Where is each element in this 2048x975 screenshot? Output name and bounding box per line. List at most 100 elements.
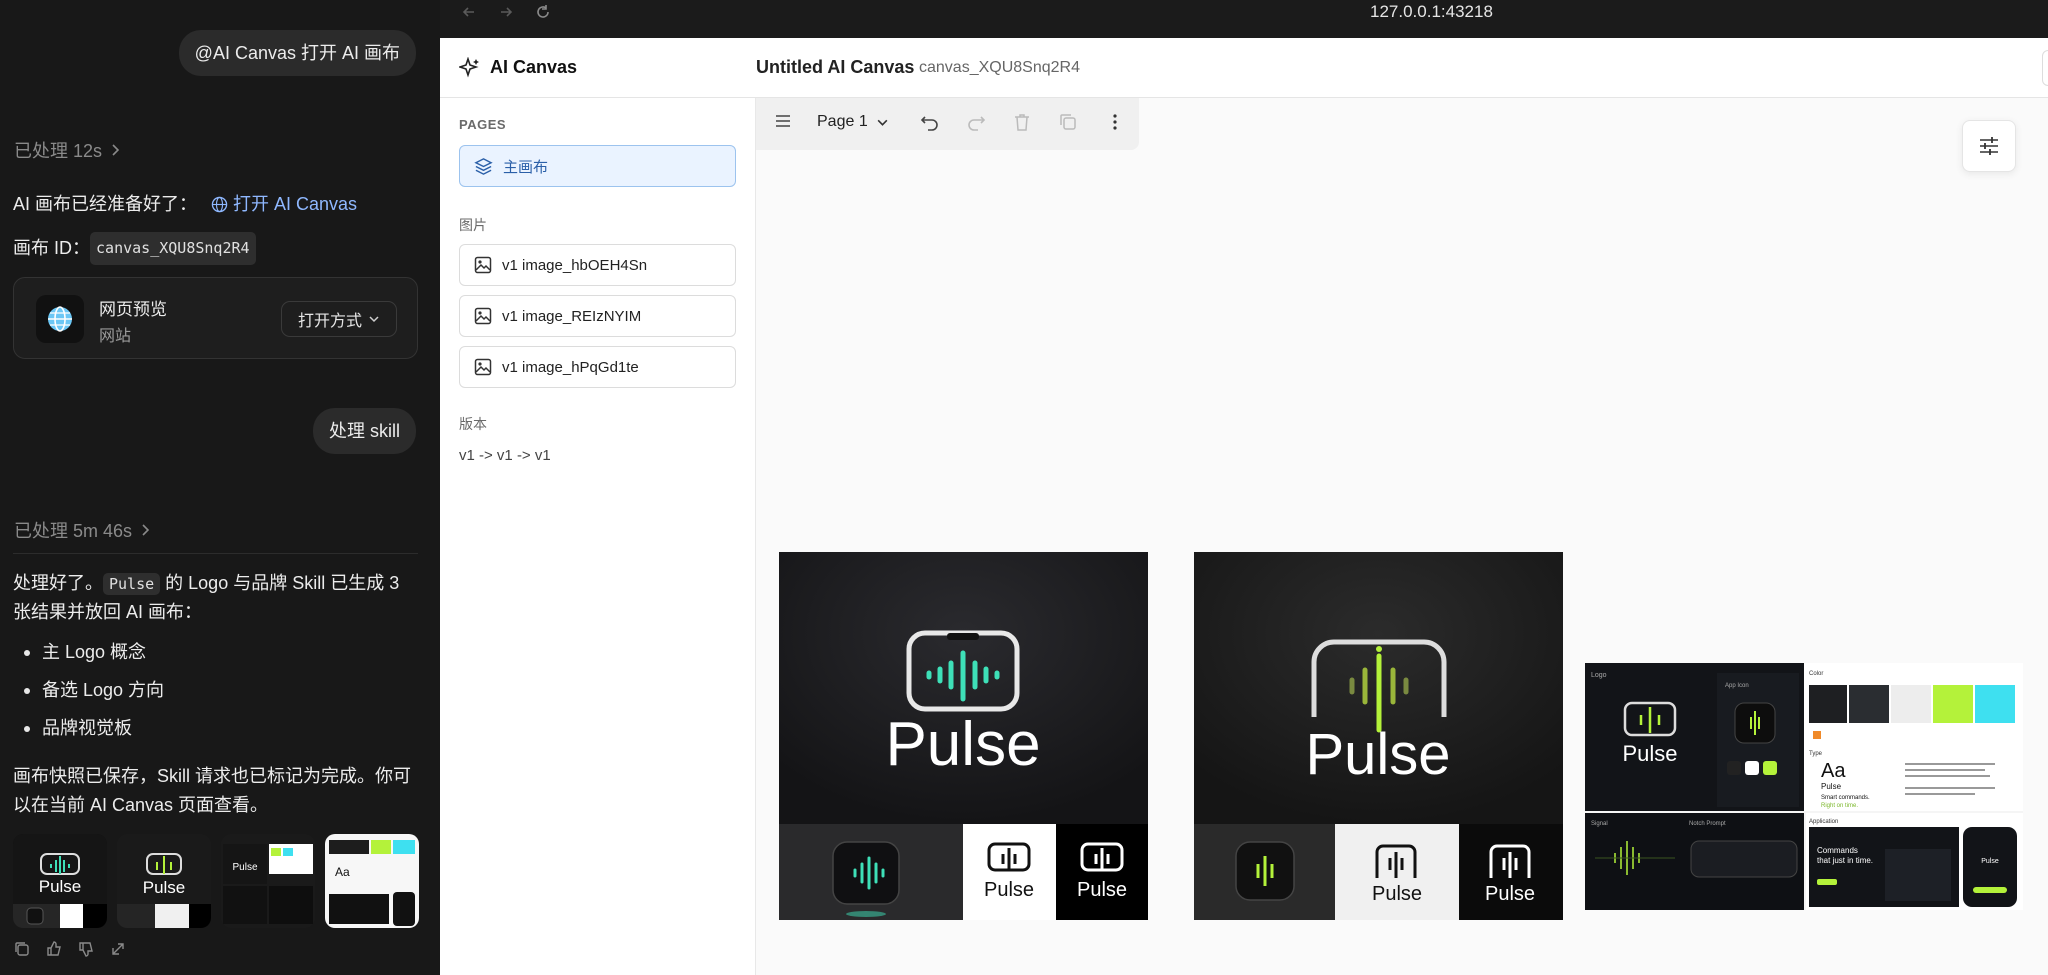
redo-icon[interactable] xyxy=(966,112,986,132)
app-header: AI Canvas Untitled AI Canvas canvas_XQU8… xyxy=(440,38,2048,98)
header-action-button[interactable] xyxy=(2042,50,2048,86)
chat-panel: @AI Canvas 打开 AI 画布 已处理 12s AI 画布已经准备好了：… xyxy=(0,0,440,975)
image-item[interactable]: v1 image_REIzNYIM xyxy=(459,295,736,337)
menu-icon[interactable] xyxy=(774,112,792,130)
result-pre: 处理好了。 xyxy=(13,573,103,593)
canvas-id-code: canvas_XQU8Snq2R4 xyxy=(90,232,256,265)
canvas-toolbar: Page 1 xyxy=(756,98,1139,150)
svg-text:App Icon: App Icon xyxy=(1725,683,1749,689)
canvas-image-alt-logo[interactable]: Pulse Pulse Pulse xyxy=(1194,552,1563,920)
svg-text:Pulse: Pulse xyxy=(1485,883,1535,905)
thumbs-up-icon[interactable] xyxy=(45,940,63,958)
page-select[interactable]: Page 1 xyxy=(817,113,889,131)
ready-line: AI 画布已经准备好了： 打开 AI Canvas xyxy=(13,190,357,219)
undo-icon[interactable] xyxy=(920,112,940,132)
sliders-icon xyxy=(1977,134,2001,158)
forward-icon[interactable] xyxy=(497,3,515,21)
canvas-image-main-logo[interactable]: Pulse Pulse Pulse xyxy=(779,552,1148,920)
result-post: 的 Logo 与品牌 Skill 已生成 3 xyxy=(160,573,400,593)
svg-text:Aa: Aa xyxy=(1821,760,1846,782)
chevron-right-icon xyxy=(108,143,122,157)
page-select-label: Page 1 xyxy=(817,113,868,130)
canvas-id-line: 画布 ID： canvas_XQU8Snq2R4 xyxy=(13,232,256,265)
thumbnail-alt-logo[interactable]: Pulse xyxy=(117,834,211,928)
thumbnail-main-logo[interactable]: Pulse xyxy=(13,834,107,928)
svg-text:Smart commands.: Smart commands. xyxy=(1821,795,1870,801)
settings-sliders-button[interactable] xyxy=(1962,120,2016,172)
result-code: Pulse xyxy=(103,573,161,595)
svg-text:Pulse: Pulse xyxy=(1372,883,1422,905)
page-item-main[interactable]: 主画布 xyxy=(459,145,736,187)
chevron-right-icon xyxy=(138,523,152,537)
layers-icon xyxy=(474,157,493,176)
list-item: 备选 Logo 方向 xyxy=(24,676,164,705)
user-message: 处理 skill xyxy=(313,408,416,454)
svg-text:Commands: Commands xyxy=(1817,846,1858,855)
open-canvas-link[interactable]: 打开 AI Canvas xyxy=(211,190,357,219)
svg-text:Notch Prompt: Notch Prompt xyxy=(1689,821,1726,827)
image-item-label: v1 image_hPqGd1te xyxy=(502,358,639,376)
globe-icon xyxy=(36,295,84,343)
app-name: AI Canvas xyxy=(490,57,578,77)
back-icon[interactable] xyxy=(460,3,478,21)
open-canvas-label: 打开 AI Canvas xyxy=(233,194,358,214)
pages-label: PAGES xyxy=(459,117,507,132)
svg-text:Pulse: Pulse xyxy=(143,878,186,897)
svg-text:Pulse: Pulse xyxy=(1821,782,1842,791)
preview-card[interactable]: 网页预览 网站 打开方式 xyxy=(13,277,418,359)
address-bar[interactable]: 127.0.0.1:43218 xyxy=(1370,2,1493,22)
user-message: @AI Canvas 打开 AI 画布 xyxy=(178,30,416,76)
thumbs-down-icon[interactable] xyxy=(77,940,95,958)
canvas-id: canvas_XQU8Snq2R4 xyxy=(919,59,1080,76)
sparkles-icon xyxy=(459,57,481,79)
chevron-down-icon xyxy=(368,313,380,325)
processed-toggle[interactable]: 已处理 12s xyxy=(14,137,122,163)
svg-text:that just in time.: that just in time. xyxy=(1817,856,1873,865)
canvas-image-brand-board[interactable]: Logo Pulse App Icon Color Type Aa Pulse … xyxy=(1585,663,2023,910)
trash-icon[interactable] xyxy=(1012,112,1032,132)
svg-text:Aa: Aa xyxy=(335,865,350,879)
sidebar: PAGES 主画布 图片 v1 image_hbOEH4Sn v1 image_… xyxy=(440,98,756,975)
svg-text:Pulse: Pulse xyxy=(1077,879,1127,901)
processed-toggle[interactable]: 已处理 5m 46s xyxy=(14,517,152,543)
divider xyxy=(13,553,418,554)
svg-text:Pulse: Pulse xyxy=(1981,858,1999,865)
preview-subtitle: 网站 xyxy=(99,328,132,345)
images-label: 图片 xyxy=(459,217,487,233)
version-chain: v1 -> v1 -> v1 xyxy=(459,447,551,464)
open-with-label: 打开方式 xyxy=(297,313,362,330)
svg-text:Color: Color xyxy=(1809,671,1823,677)
svg-text:Right on time.: Right on time. xyxy=(1821,803,1858,809)
closing-line-2: 以在当前 AI Canvas 页面查看。 xyxy=(13,795,269,815)
chevron-down-icon xyxy=(876,116,889,129)
svg-text:Pulse: Pulse xyxy=(232,862,257,873)
image-icon xyxy=(474,358,492,376)
image-item[interactable]: v1 image_hbOEH4Sn xyxy=(459,244,736,286)
processed-label: 已处理 5m 46s xyxy=(14,521,133,541)
canvas-title: Untitled AI Canvas xyxy=(756,57,915,77)
thumbnail-visual-board[interactable]: Aa xyxy=(325,834,419,928)
message-actions xyxy=(13,940,127,958)
reload-icon[interactable] xyxy=(534,3,552,21)
list-item: 主 Logo 概念 xyxy=(24,638,164,667)
image-icon xyxy=(474,307,492,325)
result-line-2: 张结果并放回 AI 画布： xyxy=(13,602,203,622)
more-icon[interactable] xyxy=(1105,112,1125,132)
share-icon[interactable] xyxy=(109,940,127,958)
svg-text:Pulse: Pulse xyxy=(1305,722,1450,787)
ready-text: AI 画布已经准备好了： xyxy=(13,194,198,214)
preview-title: 网页预览 xyxy=(99,300,167,319)
page-item-label: 主画布 xyxy=(503,158,549,176)
copy-icon[interactable] xyxy=(13,940,31,958)
svg-text:Pulse: Pulse xyxy=(885,710,1040,779)
duplicate-icon[interactable] xyxy=(1058,112,1078,132)
thumbnail-brand-board[interactable]: Pulse xyxy=(221,834,315,928)
svg-text:Logo: Logo xyxy=(1591,672,1607,679)
open-with-button[interactable]: 打开方式 xyxy=(281,301,397,337)
browser-window: 127.0.0.1:43218 AI Canvas Untitled AI Ca… xyxy=(440,0,2048,975)
image-item[interactable]: v1 image_hPqGd1te xyxy=(459,346,736,388)
result-thumbnails: Pulse Pulse Pulse Aa xyxy=(13,834,419,928)
svg-text:Type: Type xyxy=(1809,751,1823,757)
list-item: 品牌视觉板 xyxy=(24,714,164,743)
svg-text:Pulse: Pulse xyxy=(984,879,1034,901)
